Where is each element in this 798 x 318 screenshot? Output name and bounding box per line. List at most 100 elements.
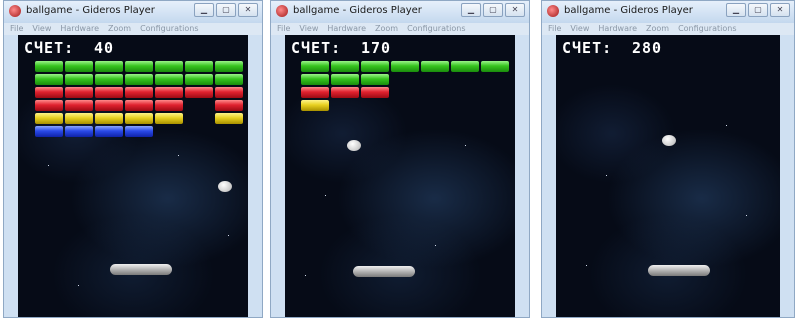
brick (481, 61, 509, 72)
brick (215, 87, 243, 98)
gideros-app-icon (9, 5, 21, 17)
menu-configurations[interactable]: Configurations (678, 23, 736, 35)
maximize-button[interactable]: ▢ (216, 3, 236, 17)
menu-zoom[interactable]: Zoom (646, 23, 669, 35)
brick (125, 113, 153, 124)
brick (65, 100, 93, 111)
brick (35, 113, 63, 124)
brick (155, 100, 183, 111)
title-bar[interactable]: ballgame - Gideros Player ▁ ▢ ✕ (4, 1, 262, 23)
menu-configurations[interactable]: Configurations (407, 23, 465, 35)
game-canvas[interactable]: СЧЕТ: 170 (285, 35, 515, 317)
menu-hardware[interactable]: Hardware (327, 23, 366, 35)
window-title: ballgame - Gideros Player (26, 5, 155, 16)
ball (662, 135, 676, 146)
menu-view[interactable]: View (570, 23, 589, 35)
brick (185, 74, 213, 85)
brick (35, 100, 63, 111)
menu-configurations[interactable]: Configurations (140, 23, 198, 35)
star (48, 165, 49, 166)
menu-zoom[interactable]: Zoom (108, 23, 131, 35)
gideros-app-icon (547, 5, 559, 17)
player-window-2: ballgame - Gideros Player ▁ ▢ ✕ File Vie… (270, 0, 530, 318)
brick (301, 74, 329, 85)
brick (95, 113, 123, 124)
menu-zoom[interactable]: Zoom (375, 23, 398, 35)
star (465, 145, 466, 146)
paddle[interactable] (648, 265, 710, 276)
brick (65, 74, 93, 85)
brick (125, 126, 153, 137)
brick (301, 61, 329, 72)
paddle[interactable] (353, 266, 415, 277)
brick (35, 126, 63, 137)
minimize-button[interactable]: ▁ (726, 3, 746, 17)
star (606, 175, 607, 176)
menu-bar: File View Hardware Zoom Configurations (542, 23, 794, 35)
brick (331, 87, 359, 98)
ball (218, 181, 232, 192)
brick (95, 126, 123, 137)
player-window-3: ballgame - Gideros Player ▁ ▢ ✕ File Vie… (541, 0, 795, 318)
brick (451, 61, 479, 72)
brick (185, 87, 213, 98)
brick (155, 74, 183, 85)
star (435, 245, 436, 246)
maximize-button[interactable]: ▢ (748, 3, 768, 17)
gideros-app-icon (276, 5, 288, 17)
maximize-button[interactable]: ▢ (483, 3, 503, 17)
brick (155, 61, 183, 72)
score-value: 170 (361, 39, 392, 57)
menu-file[interactable]: File (277, 23, 290, 35)
minimize-button[interactable]: ▁ (461, 3, 481, 17)
window-title: ballgame - Gideros Player (564, 5, 693, 16)
brick (125, 100, 153, 111)
close-button[interactable]: ✕ (238, 3, 258, 17)
game-canvas[interactable]: СЧЕТ: 280 (556, 35, 780, 317)
paddle[interactable] (110, 264, 172, 275)
menu-view[interactable]: View (299, 23, 318, 35)
menu-file[interactable]: File (10, 23, 23, 35)
star (78, 285, 79, 286)
brick (331, 61, 359, 72)
score-label: СЧЕТ: (24, 39, 75, 57)
brick (35, 74, 63, 85)
brick (65, 126, 93, 137)
brick (215, 74, 243, 85)
menu-file[interactable]: File (548, 23, 561, 35)
score-value: 40 (94, 39, 115, 57)
brick (65, 61, 93, 72)
close-button[interactable]: ✕ (770, 3, 790, 17)
brick (95, 61, 123, 72)
minimize-button[interactable]: ▁ (194, 3, 214, 17)
brick (95, 74, 123, 85)
star (325, 195, 326, 196)
ball (347, 140, 361, 151)
star (586, 265, 587, 266)
star (305, 275, 306, 276)
menu-hardware[interactable]: Hardware (60, 23, 99, 35)
menu-view[interactable]: View (32, 23, 51, 35)
brick (35, 87, 63, 98)
title-bar[interactable]: ballgame - Gideros Player ▁ ▢ ✕ (271, 1, 529, 23)
brick (125, 61, 153, 72)
brick (65, 113, 93, 124)
brick (301, 87, 329, 98)
brick (361, 61, 389, 72)
brick (155, 87, 183, 98)
title-bar[interactable]: ballgame - Gideros Player ▁ ▢ ✕ (542, 1, 794, 23)
menu-hardware[interactable]: Hardware (598, 23, 637, 35)
brick (35, 61, 63, 72)
brick (215, 61, 243, 72)
brick (391, 61, 419, 72)
menu-bar: File View Hardware Zoom Configurations (4, 23, 262, 35)
brick (215, 113, 243, 124)
game-canvas[interactable]: СЧЕТ: 40 (18, 35, 248, 317)
brick (215, 100, 243, 111)
close-button[interactable]: ✕ (505, 3, 525, 17)
score-label: СЧЕТ: (562, 39, 613, 57)
brick (361, 74, 389, 85)
star (228, 235, 229, 236)
window-title: ballgame - Gideros Player (293, 5, 422, 16)
star (726, 125, 727, 126)
